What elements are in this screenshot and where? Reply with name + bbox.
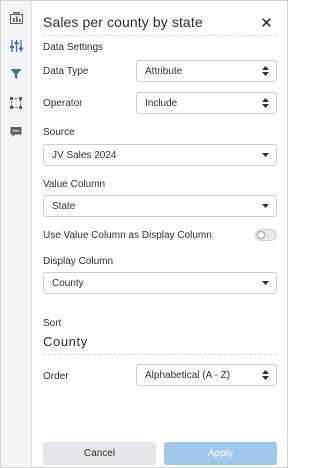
chevron-down-icon	[254, 273, 276, 293]
use-value-as-display-label: Use Value Column as Display Column	[43, 230, 212, 241]
operator-value: Include	[145, 97, 178, 109]
updown-arrows-icon	[254, 61, 276, 81]
close-button[interactable]	[259, 15, 273, 29]
updown-arrows-icon	[254, 365, 276, 385]
title-divider	[43, 35, 277, 36]
value-column-label: Value Column	[43, 179, 106, 190]
cancel-button[interactable]: Cancel	[43, 442, 156, 465]
value-column-value: State	[52, 200, 76, 212]
comment-icon[interactable]	[6, 122, 26, 142]
toggle-knob	[257, 231, 265, 239]
display-column-value: County	[52, 277, 84, 289]
source-select[interactable]: JV Sales 2024	[43, 144, 277, 166]
sort-value: County	[43, 334, 88, 349]
chevron-down-icon	[254, 196, 276, 216]
display-column-select[interactable]: County	[43, 272, 277, 294]
order-select[interactable]: Alphabetical (A - Z)	[136, 364, 277, 386]
operator-select[interactable]: Include	[136, 92, 277, 114]
settings-window: Sales per county by state Data Settings …	[0, 0, 288, 468]
data-type-select[interactable]: Attribute	[136, 60, 277, 82]
source-value: JV Sales 2024	[52, 149, 117, 161]
filter-icon[interactable]	[6, 64, 26, 84]
data-settings-heading: Data Settings	[43, 42, 104, 53]
selection-icon[interactable]	[6, 93, 26, 113]
display-column-label: Display Column	[43, 256, 114, 267]
data-type-label: Data Type	[43, 66, 89, 77]
sliders-icon[interactable]	[6, 36, 26, 56]
chart-icon[interactable]	[6, 8, 26, 28]
sort-divider	[43, 354, 277, 355]
panel-title: Sales per county by state	[43, 14, 203, 30]
settings-panel: Sales per county by state Data Settings …	[33, 1, 287, 467]
sort-label: Sort	[43, 318, 62, 329]
use-value-as-display-toggle[interactable]	[255, 229, 277, 241]
apply-button[interactable]: Apply	[164, 442, 277, 465]
side-rail	[1, 1, 32, 467]
data-type-value: Attribute	[145, 65, 183, 77]
close-icon	[261, 17, 271, 27]
order-value: Alphabetical (A - Z)	[145, 369, 231, 381]
updown-arrows-icon	[254, 93, 276, 113]
chevron-down-icon	[254, 145, 276, 165]
value-column-select[interactable]: State	[43, 195, 277, 217]
operator-label: Operator	[43, 98, 83, 109]
order-label: Order	[43, 371, 69, 382]
source-label: Source	[43, 127, 75, 138]
